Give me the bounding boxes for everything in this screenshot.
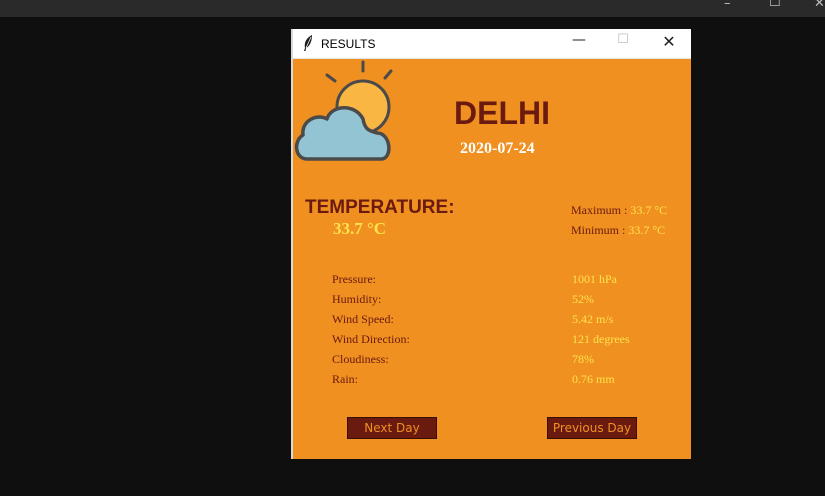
rain-value: 0.76 mm: [572, 372, 615, 386]
wind-direction-label: Wind Direction:: [332, 332, 410, 346]
results-window: RESULTS — ☐ ✕ DELHI 2020-07-24 TEMPERATU…: [291, 29, 691, 459]
cloudiness-value: 78%: [572, 352, 594, 366]
rain-label: Rain:: [332, 372, 358, 386]
minimum-value: 33.7 °C: [628, 223, 666, 237]
temperature-value: 33.7 °C: [333, 219, 387, 238]
background-maximize-icon[interactable]: ☐: [769, 0, 781, 10]
temperature-label: TEMPERATURE:: [305, 197, 455, 218]
wind-speed-value: 5.42 m/s: [572, 312, 614, 326]
window-title: RESULTS: [321, 37, 376, 51]
partly-cloudy-icon: [294, 60, 393, 161]
previous-day-button[interactable]: Previous Day: [547, 417, 637, 439]
next-day-button[interactable]: Next Day: [347, 417, 437, 439]
background-window-titlebar: [0, 0, 825, 17]
wind-speed-label: Wind Speed:: [332, 312, 394, 326]
background-close-icon[interactable]: ✕: [814, 0, 825, 11]
humidity-label: Humidity:: [332, 292, 382, 306]
pressure-value: 1001 hPa: [572, 272, 617, 286]
close-icon[interactable]: ✕: [657, 32, 681, 52]
minimize-icon[interactable]: —: [567, 32, 591, 52]
maximize-icon[interactable]: ☐: [611, 32, 635, 52]
minimum-temperature: Minimum : 33.7 °C: [571, 223, 665, 238]
maximum-temperature: Maximum : 33.7 °C: [571, 203, 667, 218]
minimum-label: Minimum :: [571, 223, 629, 237]
forecast-date: 2020-07-24: [460, 140, 535, 157]
maximum-value: 33.7 °C: [630, 203, 668, 217]
background-minimize-icon[interactable]: –: [724, 0, 731, 11]
humidity-value: 52%: [572, 292, 594, 306]
pressure-label: Pressure:: [332, 272, 376, 286]
window-titlebar: RESULTS — ☐ ✕: [293, 29, 691, 59]
cloudiness-label: Cloudiness:: [332, 352, 389, 366]
maximum-label: Maximum :: [571, 203, 631, 217]
feather-icon: [304, 35, 312, 51]
city-name: DELHI: [454, 95, 550, 131]
wind-direction-value: 121 degrees: [572, 332, 630, 346]
